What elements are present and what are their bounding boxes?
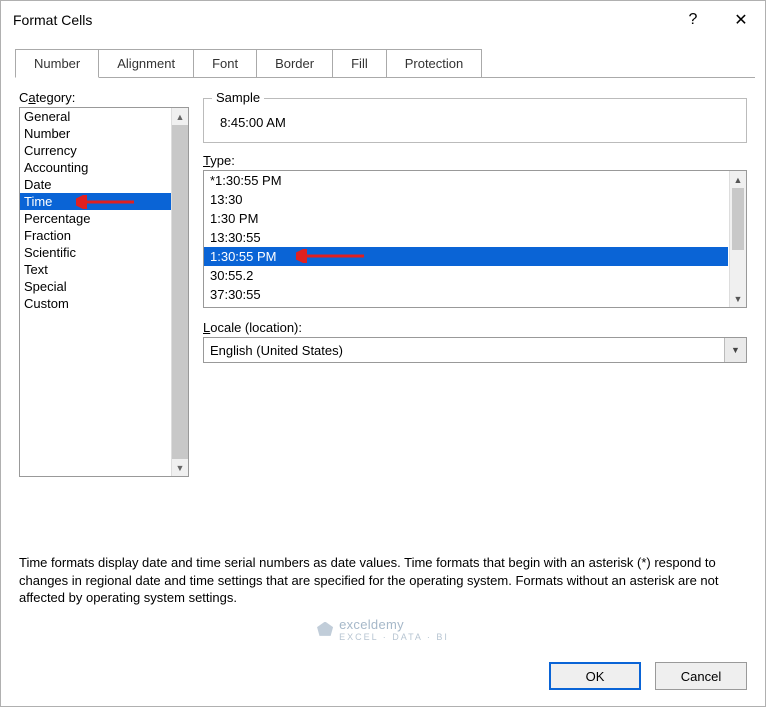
close-button[interactable]: ✕ <box>717 1 765 39</box>
locale-label: Locale (location): <box>203 320 747 335</box>
format-description: Time formats display date and time seria… <box>19 530 747 613</box>
category-item[interactable]: Time <box>20 193 172 210</box>
annotation-arrow-icon <box>296 249 366 263</box>
category-item[interactable]: Accounting <box>20 159 172 176</box>
type-listbox[interactable]: *1:30:55 PM13:301:30 PM13:30:551:30:55 P… <box>203 170 747 308</box>
category-item[interactable]: Percentage <box>20 210 172 227</box>
category-item[interactable]: Scientific <box>20 244 172 261</box>
ok-button[interactable]: OK <box>549 662 641 690</box>
scroll-up-icon[interactable]: ▲ <box>172 108 188 125</box>
dropdown-icon[interactable]: ▼ <box>724 338 746 362</box>
dialog-footer: OK Cancel <box>1 656 765 706</box>
locale-select[interactable]: English (United States) ▼ <box>203 337 747 363</box>
type-item[interactable]: 13:30 <box>204 190 728 209</box>
scroll-down-icon[interactable]: ▼ <box>730 290 746 307</box>
watermark: exceldemy EXCEL · DATA · BI <box>19 617 747 642</box>
category-item[interactable]: Text <box>20 261 172 278</box>
category-item[interactable]: Special <box>20 278 172 295</box>
tab-font[interactable]: Font <box>193 49 257 78</box>
watermark-tagline: EXCEL · DATA · BI <box>339 632 449 642</box>
help-button[interactable]: ? <box>669 1 717 39</box>
category-listbox[interactable]: GeneralNumberCurrencyAccountingDateTimeP… <box>19 107 189 477</box>
category-item[interactable]: Date <box>20 176 172 193</box>
category-item[interactable]: Currency <box>20 142 172 159</box>
tab-border[interactable]: Border <box>256 49 333 78</box>
tab-protection[interactable]: Protection <box>386 49 483 78</box>
category-label: Category: <box>19 90 189 105</box>
locale-value: English (United States) <box>210 343 343 358</box>
dialog-title: Format Cells <box>13 12 669 28</box>
tab-content: Category: GeneralNumberCurrencyAccountin… <box>1 78 765 656</box>
type-item[interactable]: 1:30:55 PM <box>204 247 728 266</box>
scroll-up-icon[interactable]: ▲ <box>730 171 746 188</box>
type-label: Type: <box>203 153 747 168</box>
sample-value: 8:45:00 AM <box>214 113 736 132</box>
type-item[interactable]: *1:30:55 PM <box>204 171 728 190</box>
type-item[interactable]: 1:30 PM <box>204 209 728 228</box>
tab-number[interactable]: Number <box>15 49 99 78</box>
category-item[interactable]: General <box>20 108 172 125</box>
scroll-down-icon[interactable]: ▼ <box>172 459 188 476</box>
type-item[interactable]: 13:30:55 <box>204 228 728 247</box>
category-item[interactable]: Fraction <box>20 227 172 244</box>
category-item[interactable]: Custom <box>20 295 172 312</box>
sample-label: Sample <box>212 90 264 105</box>
tab-fill[interactable]: Fill <box>332 49 387 78</box>
format-cells-dialog: Format Cells ? ✕ Number Alignment Font B… <box>0 0 766 707</box>
watermark-logo-icon <box>317 622 333 638</box>
type-scrollbar[interactable]: ▲ ▼ <box>729 171 746 307</box>
type-item[interactable]: 30:55.2 <box>204 266 728 285</box>
tab-alignment[interactable]: Alignment <box>98 49 194 78</box>
watermark-brand: exceldemy <box>339 617 449 632</box>
cancel-button[interactable]: Cancel <box>655 662 747 690</box>
category-scrollbar[interactable]: ▲ ▼ <box>171 108 188 476</box>
sample-group: Sample 8:45:00 AM <box>203 98 747 143</box>
type-item[interactable]: 37:30:55 <box>204 285 728 304</box>
titlebar: Format Cells ? ✕ <box>1 1 765 39</box>
category-item[interactable]: Number <box>20 125 172 142</box>
scroll-thumb[interactable] <box>172 125 188 459</box>
scroll-thumb[interactable] <box>732 188 744 250</box>
tab-strip: Number Alignment Font Border Fill Protec… <box>15 49 755 78</box>
annotation-arrow-icon <box>76 195 136 209</box>
